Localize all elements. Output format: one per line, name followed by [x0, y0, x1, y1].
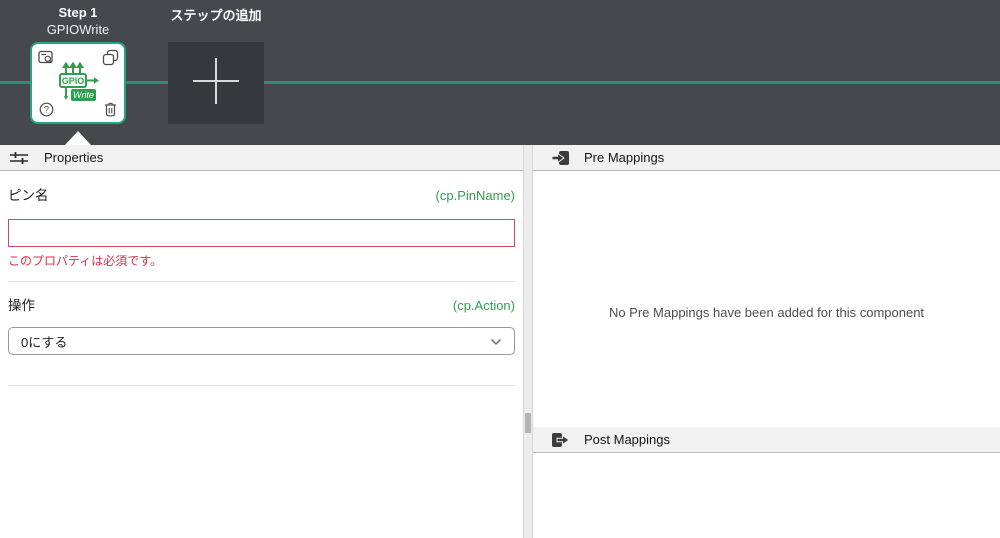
pre-mappings-header: Pre Mappings	[533, 145, 1000, 171]
action-select-value: 0にする	[21, 334, 68, 350]
sliders-icon	[9, 150, 29, 166]
pin-name-error: このプロパティは必須です。	[8, 254, 163, 268]
action-binding: (cp.Action)	[452, 298, 515, 313]
pre-mappings-title: Pre Mappings	[584, 150, 665, 165]
flow-connector-line	[0, 81, 1000, 84]
post-mappings-header: Post Mappings	[533, 427, 1000, 453]
pin-name-binding: (cp.PinName)	[435, 188, 515, 203]
add-step-button[interactable]	[168, 42, 264, 124]
step-label: Step 1	[58, 5, 98, 20]
pre-mappings-empty-message: No Pre Mappings have been added for this…	[608, 304, 925, 320]
field-divider	[8, 385, 515, 386]
svg-text:GPIO: GPIO	[62, 76, 85, 86]
panel-splitter[interactable]	[523, 145, 533, 538]
add-step-label: ステップの追加	[170, 8, 262, 23]
mappings-panel: Pre Mappings No Pre Mappings have been a…	[533, 145, 1000, 538]
chevron-down-icon	[490, 334, 502, 349]
plus-icon	[188, 53, 244, 114]
step-card[interactable]: ? GPIO Write	[30, 42, 126, 124]
pin-name-input[interactable]	[8, 219, 515, 247]
step-type-label: GPIOWrite	[46, 22, 110, 37]
properties-panel: Properties ピン名 (cp.PinName) このプロパティは必須です…	[0, 145, 523, 538]
properties-header: Properties	[0, 145, 523, 171]
workflow-canvas: Step 1 GPIOWrite ? GPIO Write ステップの追加	[0, 0, 1000, 145]
sign-out-icon	[550, 431, 570, 449]
action-label: 操作	[8, 298, 35, 313]
sign-in-icon	[550, 149, 570, 167]
post-mappings-body	[533, 453, 1000, 538]
pre-mappings-body: No Pre Mappings have been added for this…	[533, 171, 1000, 427]
selected-step-caret	[65, 131, 91, 145]
field-divider	[8, 281, 515, 282]
properties-title: Properties	[44, 150, 104, 165]
action-select[interactable]: 0にする	[8, 327, 515, 355]
gpio-write-logo: GPIO Write	[32, 44, 124, 122]
pin-name-label: ピン名	[8, 188, 49, 203]
splitter-handle-icon	[525, 413, 531, 433]
svg-text:Write: Write	[73, 90, 94, 100]
post-mappings-title: Post Mappings	[584, 432, 670, 447]
